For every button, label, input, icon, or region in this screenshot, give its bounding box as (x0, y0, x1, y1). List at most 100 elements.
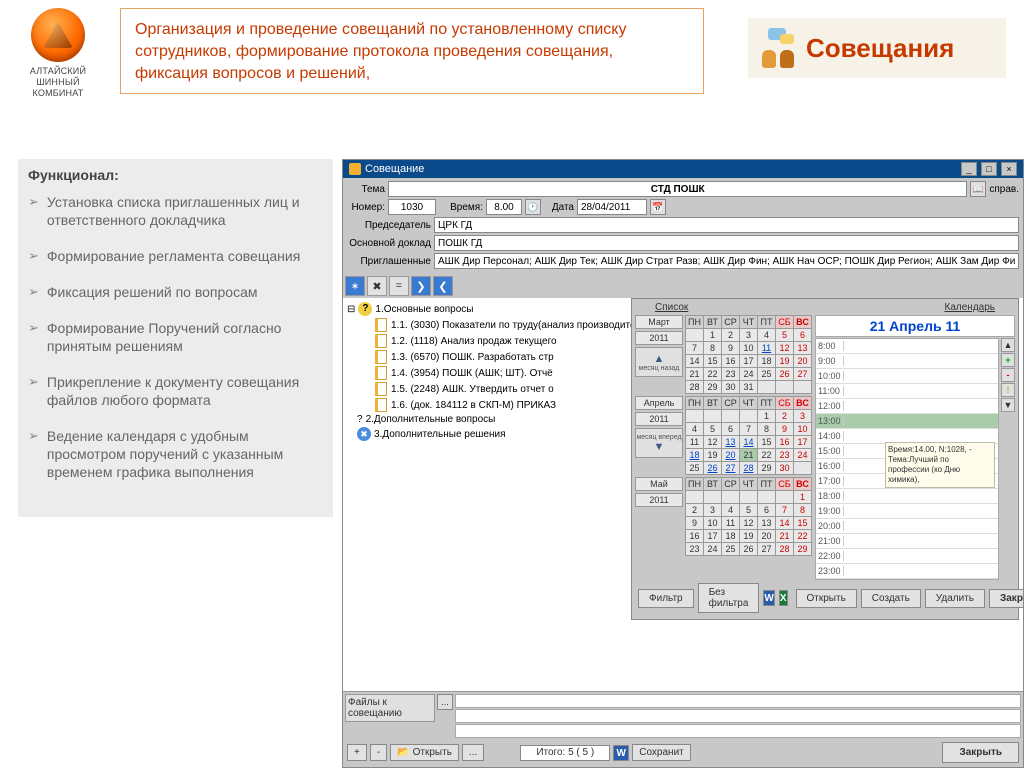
func-item: Прикрепление к документу совещания файло… (47, 373, 323, 409)
date-field[interactable] (577, 199, 647, 215)
company-logo: АЛТАЙСКИЙ ШИННЫЙ КОМБИНАТ (18, 8, 98, 99)
app-icon (349, 163, 361, 175)
func-item: Ведение календаря с удобным просмотром п… (47, 427, 323, 481)
logo-icon (31, 8, 85, 62)
logo-line3: КОМБИНАТ (18, 88, 98, 99)
invited-label: Приглашенные (347, 256, 431, 267)
chairman-field[interactable] (434, 217, 1019, 233)
calendar-march[interactable]: ПНВТСРЧТПТСБВС12345678910111213141516171… (685, 315, 812, 394)
window-footer: Файлы к совещанию ... + - 📂Открыть ... И… (343, 691, 1023, 767)
main-report-label: Основной доклад (347, 238, 431, 249)
maximize-button[interactable]: □ (981, 162, 997, 176)
toolbar-btn-2[interactable]: ✖ (367, 276, 387, 296)
month-label[interactable]: Март (635, 315, 683, 329)
tree-leaf[interactable]: 1.2. (1118) Анализ продаж текущего (391, 336, 557, 347)
create-button[interactable]: Создать (861, 589, 921, 608)
month-forward-button[interactable]: месяц вперед▼ (635, 428, 683, 458)
minimize-button[interactable]: _ (961, 162, 977, 176)
add-button[interactable]: + (1001, 353, 1015, 367)
save-button[interactable]: Сохранит (632, 744, 690, 761)
year-label[interactable]: 2011 (635, 331, 683, 345)
window-title: Совещание (365, 163, 424, 175)
meeting-form: Тема 📖 справ. Номер: Время: 🕐 Дата 📅 Пре… (343, 178, 1023, 274)
meetings-icon (758, 28, 798, 68)
tree-node[interactable]: 3.Дополнительные решения (374, 429, 506, 440)
scroll-up-button[interactable]: ▲ (1001, 338, 1015, 352)
chairman-label: Председатель (347, 220, 431, 231)
number-field[interactable] (388, 199, 436, 215)
remove-button[interactable]: - (1001, 368, 1015, 382)
word-icon-2[interactable]: W (613, 745, 629, 761)
year-label[interactable]: 2011 (635, 412, 683, 426)
filter-button[interactable]: Фильтр (638, 589, 694, 608)
event-tooltip: Время:14.00, N:1028, - Тема:Лучший по пр… (885, 442, 995, 488)
section-title-box: Совещания (748, 18, 1006, 78)
logo-line2: ШИННЫЙ (18, 77, 98, 88)
doc-icon (375, 366, 387, 380)
doc-icon (375, 382, 387, 396)
number-label: Номер: (347, 202, 385, 213)
invited-field[interactable] (434, 253, 1019, 269)
func-item: Установка списка приглашенных лиц и отве… (47, 193, 323, 229)
total-field: Итого: 5 ( 5 ) (520, 745, 610, 761)
main-report-field[interactable] (434, 235, 1019, 251)
tree-toolbar: ✶ ✖ = ❯ ❮ (343, 274, 1023, 298)
files-label: Файлы к совещанию (345, 694, 435, 722)
tree-leaf[interactable]: 1.4. (3954) ПОШК (АШК; ШТ). Отчё (391, 368, 553, 379)
file-slot[interactable] (455, 709, 1021, 723)
dots2-button[interactable]: ... (462, 744, 484, 761)
plus-button[interactable]: + (347, 744, 367, 761)
subject-field[interactable] (388, 181, 967, 197)
time-field[interactable] (486, 199, 522, 215)
meeting-window: Совещание _ □ × Тема 📖 справ. Номер: Вре… (342, 159, 1024, 768)
date-label: Дата (544, 202, 574, 213)
list-heading: Список (655, 302, 688, 313)
excel-icon[interactable]: X (779, 590, 788, 606)
action-button[interactable]: ! (1001, 383, 1015, 397)
close2-button[interactable]: Закрыть (942, 742, 1019, 763)
section-title: Совещания (806, 33, 954, 64)
toolbar-btn-1[interactable]: ✶ (345, 276, 365, 296)
tree-node[interactable]: 2.Дополнительные вопросы (366, 414, 496, 425)
toolbar-btn-3[interactable]: = (389, 276, 409, 296)
func-item: Фиксация решений по вопросам (47, 283, 258, 301)
delete-button[interactable]: Удалить (925, 589, 985, 608)
open2-button[interactable]: 📂Открыть (390, 744, 459, 761)
logo-line1: АЛТАЙСКИЙ (18, 66, 98, 77)
window-titlebar[interactable]: Совещание _ □ × (343, 160, 1023, 178)
tree-leaf[interactable]: 1.6. (док. 184112 в СКП-М) ПРИКАЗ (391, 400, 556, 411)
calendar-may[interactable]: ПНВТСРЧТПТСБВС12345678910111213141516171… (685, 477, 812, 556)
description-box: Организация и проведение совещаний по ус… (120, 8, 704, 94)
file-slot[interactable] (455, 694, 1021, 708)
selected-day-title: 21 Апрель 11 (815, 315, 1015, 337)
func-item: Формирование Поручений согласно принятым… (47, 319, 323, 355)
month-label[interactable]: Май (635, 477, 683, 491)
year-label[interactable]: 2011 (635, 493, 683, 507)
open-button[interactable]: Открыть (796, 589, 857, 608)
scroll-down-button[interactable]: ▼ (1001, 398, 1015, 412)
minus-button[interactable]: - (370, 744, 387, 761)
files-dots-button[interactable]: ... (437, 694, 453, 710)
time-label: Время: (439, 202, 483, 213)
help-button[interactable]: 📖 (970, 181, 986, 197)
toolbar-btn-5[interactable]: ❮ (433, 276, 453, 296)
tree-leaf[interactable]: 1.3. (6570) ПОШК. Разработать стр (391, 352, 554, 363)
word-icon[interactable]: W (763, 590, 774, 606)
functionality-panel: Функционал: ➢Установка списка приглашенн… (18, 159, 333, 517)
close-button[interactable]: × (1001, 162, 1017, 176)
help-label: справ. (989, 184, 1019, 195)
calendar-april[interactable]: ПНВТСРЧТПТСБВС12345678910111213141516171… (685, 396, 812, 475)
time-picker-button[interactable]: 🕐 (525, 199, 541, 215)
doc-icon (375, 398, 387, 412)
functionality-heading: Функционал: (28, 167, 323, 183)
tree-node[interactable]: 1.Основные вопросы (375, 304, 473, 315)
month-label[interactable]: Апрель (635, 396, 683, 410)
tree-leaf[interactable]: 1.5. (2248) АШК. Утвердить отчет о (391, 384, 554, 395)
file-slot[interactable] (455, 724, 1021, 738)
doc-icon (375, 318, 387, 332)
date-picker-button[interactable]: 📅 (650, 199, 666, 215)
no-filter-button[interactable]: Без фильтра (698, 583, 760, 613)
month-back-button[interactable]: ▲месяц назад (635, 347, 683, 377)
close-button[interactable]: Закрыть (989, 589, 1023, 608)
toolbar-btn-4[interactable]: ❯ (411, 276, 431, 296)
